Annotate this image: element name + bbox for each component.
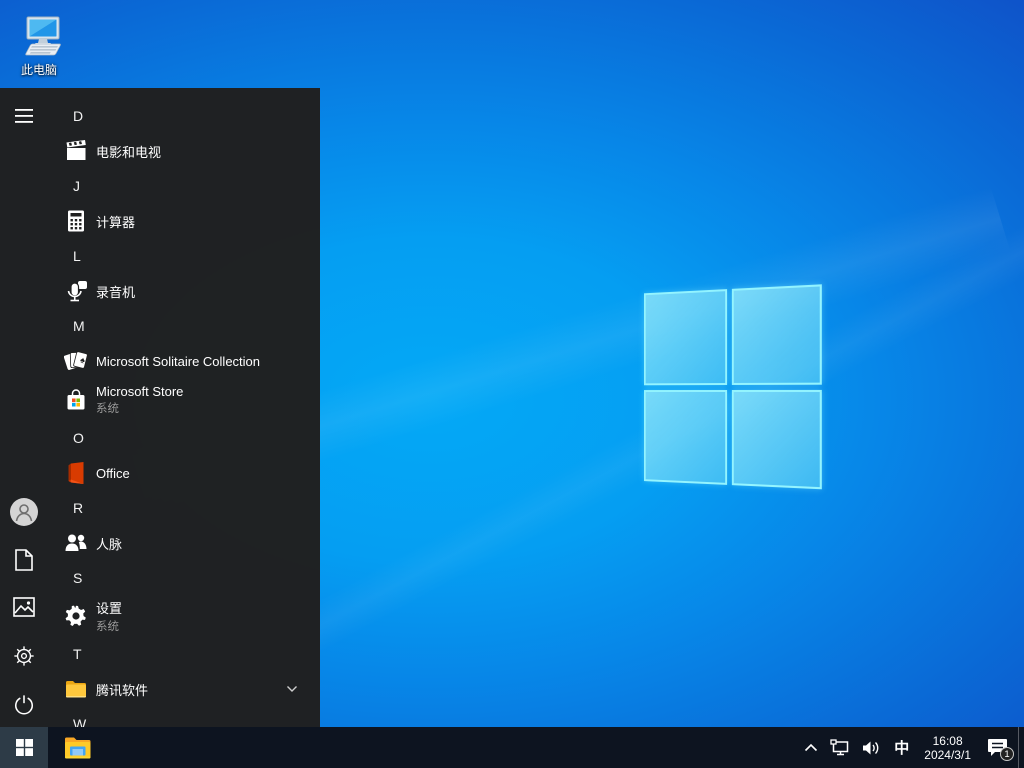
power-button[interactable]: [0, 688, 48, 722]
section-letter: M: [73, 318, 85, 334]
chevron-up-icon: [805, 743, 818, 752]
documents-button[interactable]: [0, 543, 48, 577]
app-item-texts: 设置 系统: [96, 598, 122, 634]
volume-tray-button[interactable]: [856, 727, 887, 768]
logo-pane: [731, 284, 822, 385]
app-item-sublabel: 系统: [96, 403, 119, 415]
app-item-label: 电影和电视: [96, 144, 162, 160]
hamburger-icon: [15, 109, 33, 123]
start-button[interactable]: [0, 727, 48, 768]
app-list-section-header[interactable]: R: [48, 491, 320, 525]
app-item-texts: 人脉: [96, 534, 122, 553]
show-hidden-icons-button[interactable]: [798, 727, 824, 768]
this-pc-icon: [25, 16, 61, 56]
pictures-icon: [13, 597, 35, 617]
solitaire-icon: ♠: [64, 349, 88, 373]
section-letter: D: [73, 108, 84, 124]
app-list-item[interactable]: 录音机: [48, 273, 320, 309]
app-item-texts: 腾讯软件: [96, 680, 148, 699]
app-list-item[interactable]: ♠ Microsoft Solitaire Collection: [48, 343, 320, 379]
network-icon: [830, 739, 849, 756]
app-list-section-header[interactable]: M: [48, 309, 320, 343]
start-menu-app-list: D 电影和电视 J 计算器 L 录音机 M ♠ Microsoft Solitaire Coll…: [48, 99, 320, 727]
power-icon: [14, 695, 34, 715]
logo-pane: [643, 389, 727, 485]
notification-badge: 1: [1000, 747, 1014, 761]
app-list-item[interactable]: 电影和电视: [48, 133, 320, 169]
show-desktop-button[interactable]: [1018, 727, 1024, 768]
app-item-texts: 计算器: [96, 212, 135, 231]
gear-outline-icon: [14, 646, 34, 666]
app-item-texts: Microsoft Store 系统: [96, 384, 183, 416]
network-tray-button[interactable]: [824, 727, 856, 768]
app-list-section-header[interactable]: J: [48, 169, 320, 203]
windows-start-icon: [15, 739, 33, 756]
app-list-section-header[interactable]: L: [48, 239, 320, 273]
logo-pane: [643, 289, 727, 385]
app-list-section-header[interactable]: W: [48, 707, 320, 727]
app-list-section-header[interactable]: D: [48, 99, 320, 133]
app-item-label: Office: [96, 465, 130, 481]
user-avatar-icon: [10, 498, 38, 526]
app-item-label: 计算器: [96, 214, 136, 230]
section-letter: T: [73, 646, 82, 662]
app-list-item[interactable]: 腾讯软件: [48, 671, 320, 707]
start-menu-rail: [0, 88, 48, 727]
app-list-item[interactable]: Office: [48, 455, 320, 491]
taskbar: 中 16:08 2024/3/1 1: [0, 727, 1024, 768]
app-item-texts: Microsoft Solitaire Collection: [96, 354, 260, 369]
section-letter: S: [73, 570, 83, 586]
app-item-label: 设置: [96, 601, 123, 616]
calculator-icon: [64, 209, 88, 233]
this-pc-desktop-icon[interactable]: 此电脑: [6, 14, 72, 77]
settings-icon: [64, 604, 88, 628]
app-item-label: 腾讯软件: [96, 682, 149, 698]
app-item-sublabel: 系统: [96, 621, 119, 633]
section-letter: L: [73, 248, 81, 264]
app-list-section-header[interactable]: S: [48, 561, 320, 595]
system-tray: 中 16:08 2024/3/1 1: [798, 727, 1024, 768]
section-letter: W: [73, 716, 87, 727]
pictures-button[interactable]: [0, 590, 48, 624]
app-item-label: 录音机: [96, 284, 136, 300]
this-pc-label: 此电脑: [20, 63, 57, 77]
app-list-item[interactable]: 计算器: [48, 203, 320, 239]
office-icon: [64, 461, 88, 485]
volume-icon: [863, 741, 879, 754]
people-icon: [64, 531, 88, 555]
action-center-button[interactable]: 1: [979, 727, 1018, 768]
ime-indicator[interactable]: 中: [887, 727, 916, 768]
voice-recorder-icon: [64, 279, 88, 303]
app-item-label: 人脉: [96, 536, 123, 552]
app-item-texts: 录音机: [96, 282, 135, 301]
store-icon: [64, 388, 88, 412]
app-item-texts: 电影和电视: [96, 142, 161, 161]
document-icon: [15, 549, 33, 571]
settings-rail-button[interactable]: [0, 639, 48, 673]
movies-tv-icon: [64, 139, 88, 163]
start-menu: D 电影和电视 J 计算器 L 录音机 M ♠ Microsoft Solitaire Coll…: [0, 88, 320, 727]
chevron-down-icon: [286, 685, 298, 693]
app-item-label: Microsoft Store: [96, 384, 184, 399]
section-letter: J: [73, 178, 80, 194]
app-list-item[interactable]: Microsoft Store 系统: [48, 379, 320, 421]
app-list-section-header[interactable]: T: [48, 637, 320, 671]
hamburger-menu-button[interactable]: [0, 99, 48, 133]
app-list-section-header[interactable]: O: [48, 421, 320, 455]
windows-wallpaper-logo: [628, 284, 838, 499]
clock-date: 2024/3/1: [924, 747, 971, 762]
taskbar-clock[interactable]: 16:08 2024/3/1: [916, 727, 979, 768]
app-item-label: Microsoft Solitaire Collection: [96, 353, 261, 369]
app-list-item[interactable]: 人脉: [48, 525, 320, 561]
app-item-texts: Office: [96, 466, 130, 481]
file-explorer-icon: [65, 737, 91, 758]
file-explorer-button[interactable]: [56, 727, 100, 768]
logo-pane: [731, 389, 822, 490]
user-account-button[interactable]: [0, 495, 48, 529]
section-letter: O: [73, 430, 84, 446]
folder-icon: [64, 677, 88, 701]
app-list-item[interactable]: 设置 系统: [48, 595, 320, 637]
section-letter: R: [73, 500, 84, 516]
clock-time: 16:08: [932, 733, 963, 748]
